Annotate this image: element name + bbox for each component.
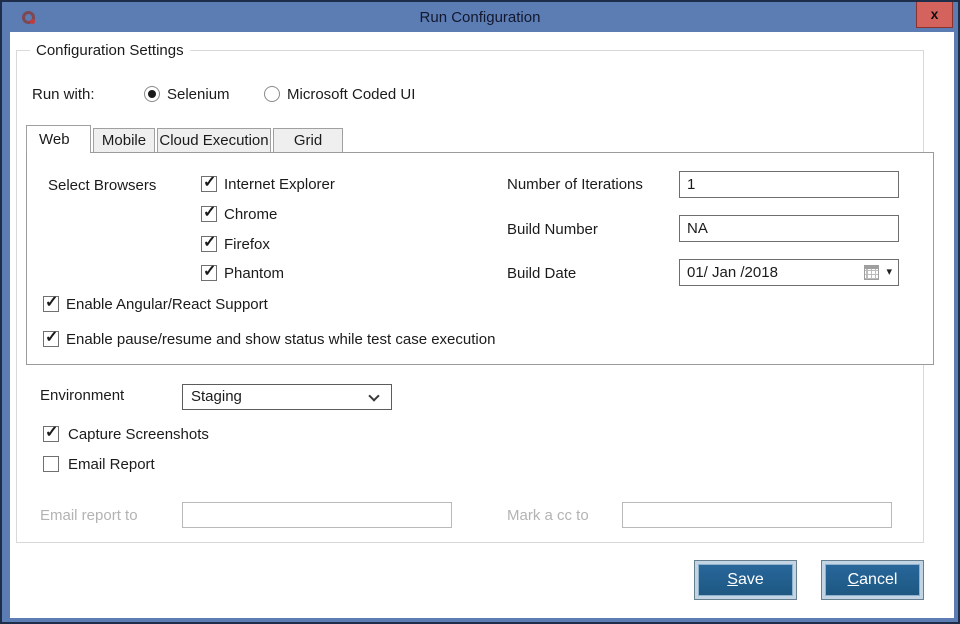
cancel-button-label: Cancel (822, 571, 923, 589)
iterations-label: Number of Iterations (507, 176, 643, 194)
calendar-icon (864, 265, 879, 280)
checkbox-firefox[interactable] (201, 236, 217, 252)
build-date-value: 01/ Jan /2018 (687, 264, 778, 281)
email-report-to-label: Email report to (40, 507, 138, 525)
checkbox-internet-explorer[interactable] (201, 176, 217, 192)
checkbox-email-report[interactable] (43, 456, 59, 472)
checkbox-chrome-label[interactable]: Chrome (224, 206, 277, 224)
run-configuration-dialog: Run Configuration x Configuration Settin… (0, 0, 960, 624)
tab-web[interactable]: Web (26, 125, 91, 153)
save-button-label: Save (695, 571, 796, 589)
checkbox-pause-resume-label[interactable]: Enable pause/resume and show status whil… (66, 331, 495, 349)
checkbox-phantom[interactable] (201, 265, 217, 281)
tab-cloud-execution[interactable]: Cloud Execution (157, 128, 271, 152)
tab-grid[interactable]: Grid (273, 128, 343, 152)
chevron-down-icon: ▾ (886, 265, 892, 280)
cancel-button[interactable]: Cancel (821, 560, 924, 600)
close-button[interactable]: x (916, 2, 953, 28)
run-with-label: Run with: (32, 86, 95, 104)
checkbox-internet-explorer-label[interactable]: Internet Explorer (224, 176, 335, 194)
build-number-input[interactable] (679, 215, 899, 242)
radio-microsoft-coded-ui[interactable] (264, 86, 280, 102)
calendar-dropdown-button[interactable]: ▾ (864, 265, 892, 281)
checkbox-email-report-label[interactable]: Email Report (68, 456, 155, 474)
build-date-picker[interactable]: 01/ Jan /2018 ▾ (679, 259, 899, 286)
checkbox-chrome[interactable] (201, 206, 217, 222)
save-button[interactable]: Save (694, 560, 797, 600)
chevron-down-icon (368, 390, 379, 401)
tab-mobile[interactable]: Mobile (93, 128, 155, 152)
environment-select[interactable]: Staging (182, 384, 392, 410)
window-title: Run Configuration (2, 9, 958, 26)
checkbox-capture-screenshots[interactable] (43, 426, 59, 442)
radio-microsoft-coded-ui-label[interactable]: Microsoft Coded UI (287, 86, 415, 104)
checkbox-pause-resume[interactable] (43, 331, 59, 347)
build-date-label: Build Date (507, 265, 576, 283)
radio-selenium-label[interactable]: Selenium (167, 86, 230, 104)
checkbox-firefox-label[interactable]: Firefox (224, 236, 270, 254)
checkbox-capture-screenshots-label[interactable]: Capture Screenshots (68, 426, 209, 444)
groupbox-label: Configuration Settings (30, 42, 190, 59)
checkbox-angular-react-label[interactable]: Enable Angular/React Support (66, 296, 268, 314)
environment-label: Environment (40, 387, 124, 405)
checkbox-phantom-label[interactable]: Phantom (224, 265, 284, 283)
radio-selenium[interactable] (144, 86, 160, 102)
email-report-to-input[interactable] (182, 502, 452, 528)
iterations-input[interactable] (679, 171, 899, 198)
mark-cc-to-input[interactable] (622, 502, 892, 528)
select-browsers-label: Select Browsers (48, 177, 156, 195)
checkbox-angular-react[interactable] (43, 296, 59, 312)
mark-cc-to-label: Mark a cc to (507, 507, 589, 525)
build-number-label: Build Number (507, 221, 598, 239)
environment-value: Staging (191, 388, 242, 405)
